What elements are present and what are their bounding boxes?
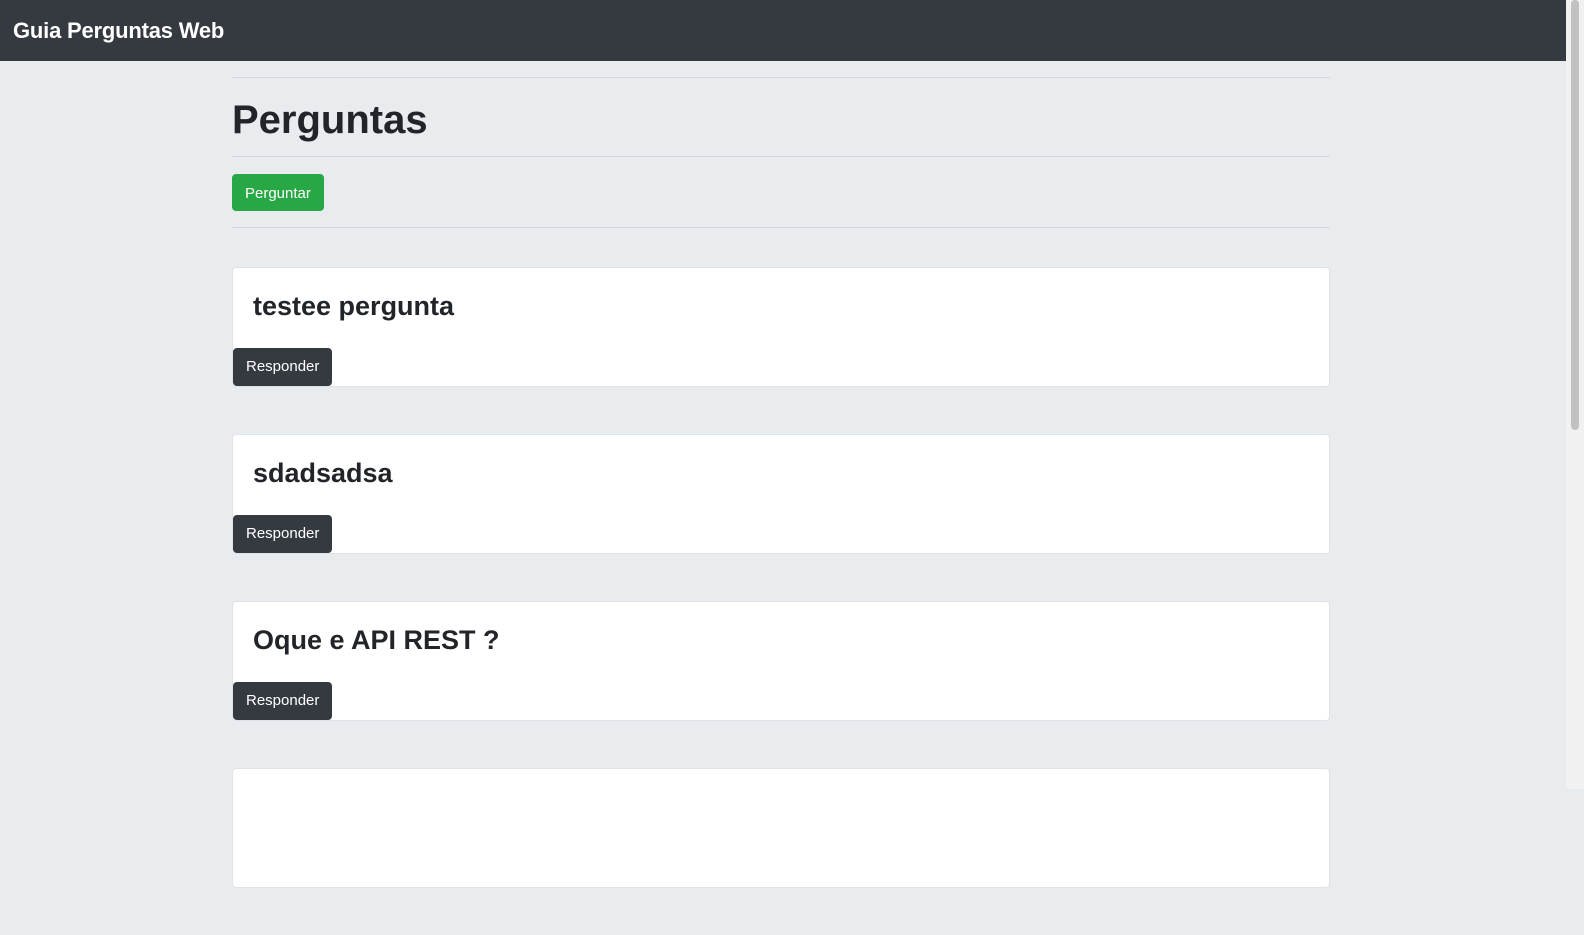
question-card: testee pergunta Responder — [232, 267, 1330, 387]
main-container: Perguntas Perguntar testee pergunta Resp… — [232, 61, 1330, 935]
divider — [232, 156, 1330, 157]
top-navbar: Guia Perguntas Web — [0, 0, 1566, 61]
question-list: testee pergunta Responder sdadsadsa Resp… — [232, 267, 1330, 888]
scrollbar-thumb[interactable] — [1571, 0, 1579, 430]
answer-button[interactable]: Responder — [233, 515, 333, 553]
page-title: Perguntas — [232, 98, 428, 142]
question-card: Oque e API REST ? Responder — [232, 601, 1330, 721]
question-title: testee pergunta — [253, 291, 455, 321]
question-card: sdadsadsa Responder — [232, 434, 1330, 554]
divider — [232, 227, 1330, 228]
vertical-scrollbar[interactable] — [1566, 0, 1584, 789]
question-card-partial — [232, 768, 1330, 888]
ask-question-button[interactable]: Perguntar — [232, 174, 324, 211]
question-title: Oque e API REST ? — [253, 625, 500, 655]
question-title: sdadsadsa — [253, 458, 393, 488]
answer-button[interactable]: Responder — [233, 348, 333, 386]
answer-button[interactable]: Responder — [233, 682, 333, 720]
navbar-brand[interactable]: Guia Perguntas Web — [13, 18, 224, 44]
